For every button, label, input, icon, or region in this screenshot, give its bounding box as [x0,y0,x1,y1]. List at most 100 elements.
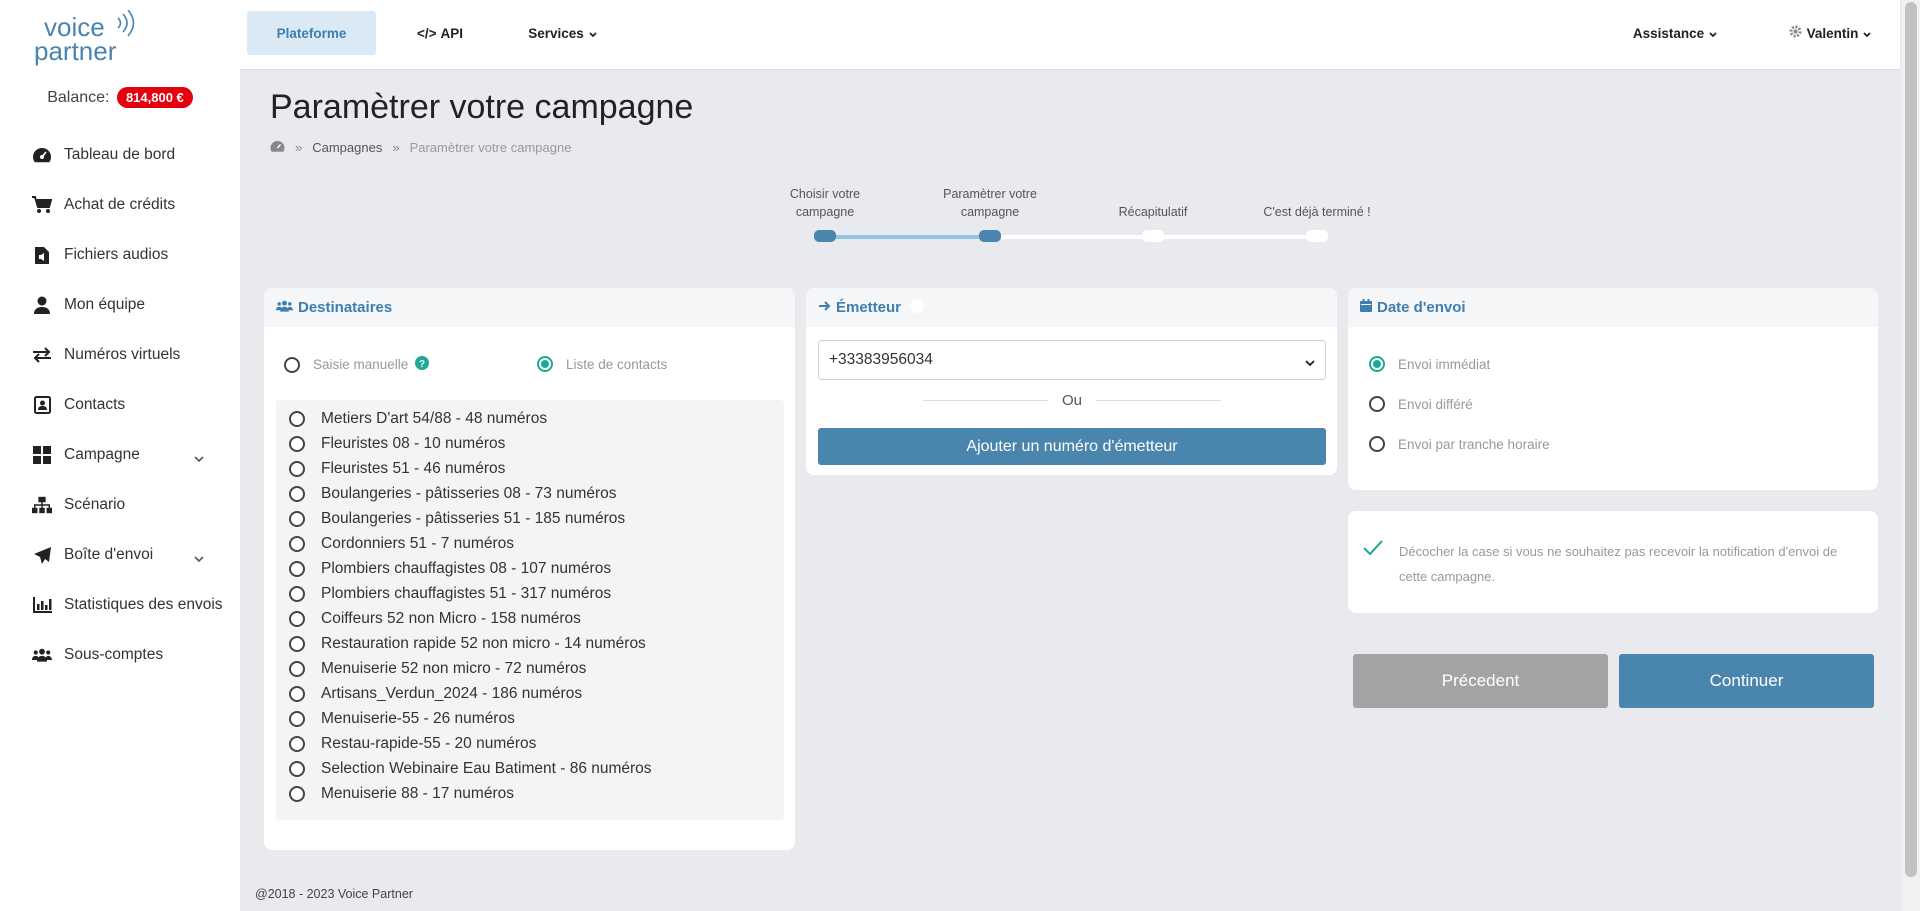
sidebar-item-label: Fichiers audios [64,246,169,263]
paper-plane-icon [32,545,52,565]
contact-list-radio[interactable] [289,586,305,602]
list-item[interactable]: Restau-rapide-55 - 20 numéros [289,735,536,753]
notification-checkbox[interactable] [1362,539,1384,562]
contact-list-radio[interactable] [289,761,305,777]
step-label-line: Paramètrer votre [943,187,1037,201]
list-item[interactable]: Plombiers chauffagistes 51 - 317 numéros [289,585,611,603]
list-item[interactable]: Menuiserie 52 non micro - 72 numéros [289,660,586,678]
contact-list-label: Cordonniers 51 - 7 numéros [321,535,514,552]
sidebar-item-statistiques[interactable]: Statistiques des envois [0,580,240,630]
list-item[interactable]: Plombiers chauffagistes 08 - 107 numéros [289,560,611,578]
list-item[interactable]: Menuiserie-55 - 26 numéros [289,710,515,728]
sidebar-item-mon-equipe[interactable]: Mon équipe [0,280,240,330]
list-item[interactable]: Fleuristes 08 - 10 numéros [289,435,505,453]
list-item[interactable]: Menuiserie 88 - 17 numéros [289,785,514,803]
contact-list-label: Menuiserie 52 non micro - 72 numéros [321,660,587,677]
nav-plateforme[interactable]: Plateforme [247,11,376,55]
send-deferred-radio[interactable] [1369,396,1385,412]
contact-list-radio[interactable] [289,486,305,502]
destinataires-header: Destinataires [264,288,795,327]
voice-partner-logo[interactable]: voice partner [34,10,144,66]
sidebar-item-fichiers-audios[interactable]: Fichiers audios [0,230,240,280]
send-timeslot-option[interactable]: Envoi par tranche horaire [1369,436,1550,452]
contact-list-radio[interactable] [289,461,305,477]
add-sender-number-button[interactable]: Ajouter un numéro d'émetteur [818,428,1326,465]
mode-list-radio[interactable] [537,356,553,372]
step-marker-2 [979,230,1001,242]
contact-list-label: Artisans_Verdun_2024 - 186 numéros [321,685,583,702]
sidebar-item-tableau-de-bord[interactable]: Tableau de bord [0,130,240,180]
sidebar-item-scenario[interactable]: Scénario [0,480,240,530]
code-icon: </> [416,25,437,41]
date-envoi-title: Date d'envoi [1377,299,1466,316]
campaign-stepper: Choisir votre campagne Paramètrer votre … [750,183,1650,243]
contact-list-radio[interactable] [289,411,305,427]
contact-lists-box: Metiers D'art 54/88 - 48 numéros Fleuris… [276,400,784,820]
home-icon[interactable] [270,140,285,155]
chevron-down-icon [1863,26,1872,41]
contact-list-radio[interactable] [289,661,305,677]
list-item[interactable]: Boulangeries - pâtisseries 51 - 185 numé… [289,510,625,528]
breadcrumb-campagnes-link[interactable]: Campagnes [312,140,382,155]
sidebar-item-label: Mon équipe [64,296,146,313]
contact-list-radio[interactable] [289,736,305,752]
nav-assistance-dropdown[interactable]: Assistance [1620,11,1730,55]
help-icon[interactable]: ? [415,356,430,373]
sidebar-item-achat-de-credits[interactable]: Achat de crédits [0,180,240,230]
send-immediate-radio[interactable] [1369,356,1385,372]
chevron-down-icon [1709,26,1717,41]
sidebar-item-label: Numéros virtuels [64,346,181,363]
contact-list-radio[interactable] [289,561,305,577]
list-item[interactable]: Metiers D'art 54/88 - 48 numéros [289,410,547,428]
contact-list-label: Selection Webinaire Eau Batiment - 86 nu… [321,760,652,777]
page-scrollbar[interactable] [1902,0,1920,911]
mode-manual-option[interactable]: Saisie manuelle ? [284,356,430,373]
contact-list-radio[interactable] [289,786,305,802]
sidebar-nav: Tableau de bord Achat de crédits Fichier… [0,130,240,680]
previous-button[interactable]: Précedent [1353,654,1608,708]
info-icon[interactable] [910,298,925,317]
mode-list-option[interactable]: Liste de contacts [537,356,667,372]
contact-list-radio[interactable] [289,611,305,627]
contact-list-label: Plombiers chauffagistes 51 - 317 numéros [321,585,612,602]
mode-manual-radio[interactable] [284,356,300,373]
contact-list-radio[interactable] [289,686,305,702]
list-item[interactable]: Boulangeries - pâtisseries 08 - 73 numér… [289,485,617,503]
contact-list-radio[interactable] [289,636,305,652]
list-item[interactable]: Cordonniers 51 - 7 numéros [289,535,514,553]
step-label-line: campagne [795,205,855,219]
list-item[interactable]: Restauration rapide 52 non micro - 14 nu… [289,635,646,653]
contact-list-label: Plombiers chauffagistes 08 - 107 numéros [321,560,612,577]
sidebar-item-label: Contacts [64,396,126,413]
list-item[interactable]: Coiffeurs 52 non Micro - 158 numéros [289,610,581,628]
or-divider: Ou [818,392,1326,409]
nav-api[interactable]: </> API [410,11,470,55]
step-label-termine: C'est déjà terminé ! [1247,203,1387,221]
scrollbar-thumb[interactable] [1905,2,1917,877]
contact-list-radio[interactable] [289,436,305,452]
contact-list-radio[interactable] [289,511,305,527]
send-deferred-option[interactable]: Envoi différé [1369,396,1473,412]
step-label-parametrer: Paramètrer votre campagne [920,185,1060,221]
sidebar-item-numeros-virtuels[interactable]: Numéros virtuels [0,330,240,380]
list-item[interactable]: Fleuristes 51 - 46 numéros [289,460,505,478]
send-immediate-option[interactable]: Envoi immédiat [1369,356,1490,372]
emetteur-number-select[interactable]: +33383956034 [818,340,1326,380]
sidebar-item-contacts[interactable]: Contacts [0,380,240,430]
user-menu-dropdown[interactable]: Valentin [1775,11,1885,55]
mode-manual-label: Saisie manuelle [313,357,409,372]
breadcrumb: » Campagnes » Paramètrer votre campagne [270,140,571,155]
nav-api-label: API [440,25,464,41]
sidebar-item-sous-comptes[interactable]: Sous-comptes [0,630,240,680]
continue-button[interactable]: Continuer [1619,654,1874,708]
list-item[interactable]: Selection Webinaire Eau Batiment - 86 nu… [289,760,652,778]
list-item[interactable]: Artisans_Verdun_2024 - 186 numéros [289,685,582,703]
sidebar-item-campagne[interactable]: Campagne [0,430,240,480]
send-timeslot-radio[interactable] [1369,436,1385,452]
nav-services-dropdown[interactable]: Services [520,11,605,55]
sidebar-item-boite-envoi[interactable]: Boîte d'envoi [0,530,240,580]
nav-assistance-label: Assistance [1632,25,1705,41]
sidebar-item-label: Statistiques des envois [64,596,223,613]
contact-list-radio[interactable] [289,711,305,727]
contact-list-radio[interactable] [289,536,305,552]
